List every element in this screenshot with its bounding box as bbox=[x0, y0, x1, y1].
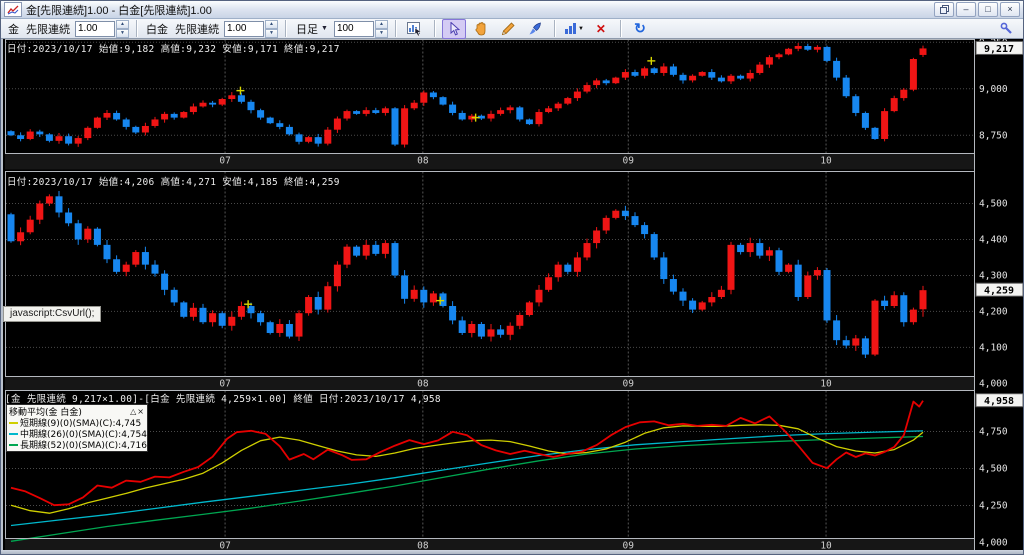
svg-text:4,259: 4,259 bbox=[984, 286, 1014, 297]
svg-text:9,000: 9,000 bbox=[979, 84, 1008, 95]
bar-chart-icon bbox=[564, 23, 576, 34]
hand-pan-tool-button[interactable] bbox=[469, 19, 493, 39]
svg-text:4,250: 4,250 bbox=[979, 500, 1008, 511]
platinum-candlestick-chart[interactable]: 4,500 4,400 4,300 4,200 4,100 4,000 07 08 09 10 4,… bbox=[3, 171, 1024, 390]
minimize-button[interactable]: – bbox=[956, 2, 976, 17]
svg-text:10: 10 bbox=[820, 156, 832, 167]
toolbar-separator bbox=[553, 20, 555, 37]
svg-text:4,500: 4,500 bbox=[979, 463, 1008, 474]
chevron-down-icon: ▼ bbox=[321, 25, 328, 32]
instrument2-series-label: 先限連続 bbox=[175, 23, 219, 36]
sma26-color-swatch bbox=[9, 432, 18, 435]
brush-draw-tool-button[interactable] bbox=[523, 19, 547, 39]
period-label: 日足 bbox=[296, 23, 318, 36]
svg-text:10: 10 bbox=[820, 379, 832, 390]
svg-text:4,100: 4,100 bbox=[979, 342, 1008, 353]
instrument1-series-label: 先限連続 bbox=[26, 23, 70, 36]
svg-text:4,958: 4,958 bbox=[984, 396, 1014, 407]
sma52-color-swatch bbox=[9, 443, 18, 446]
svg-text:4,300: 4,300 bbox=[979, 270, 1008, 281]
legend-row-sma52: 長期線(52)(0)(SMA)(C):4,716 bbox=[9, 439, 147, 451]
red-x-icon: ✕ bbox=[595, 21, 606, 36]
float-window-button[interactable] bbox=[934, 2, 954, 17]
app-icon bbox=[4, 2, 22, 17]
instrument2-name-label: 白金 bbox=[146, 23, 168, 36]
window-bottom-edge bbox=[1, 550, 1023, 554]
hand-pan-icon bbox=[475, 21, 486, 35]
svg-text:4,000: 4,000 bbox=[979, 537, 1008, 548]
svg-text:4,200: 4,200 bbox=[979, 306, 1008, 317]
toolbar-separator bbox=[433, 20, 435, 37]
toolbar: 金 先限連続 ▲▼ 白金 先限連続 ▲▼ 日足 ▼ ▲▼ bbox=[1, 18, 1023, 39]
spin-up-icon[interactable]: ▲ bbox=[116, 20, 129, 29]
spin-down-icon[interactable]: ▼ bbox=[374, 29, 388, 38]
spin-up-icon[interactable]: ▲ bbox=[374, 20, 388, 29]
settings-button[interactable] bbox=[994, 19, 1018, 39]
spin-up-icon[interactable]: ▲ bbox=[265, 20, 278, 29]
chart-cursor-tool-button[interactable] bbox=[403, 19, 427, 39]
spin-down-icon[interactable]: ▼ bbox=[116, 29, 129, 38]
svg-text:08: 08 bbox=[417, 379, 429, 390]
window-title: 金[先限連続]1.00 - 白金[先限連続]1.00 bbox=[26, 4, 212, 17]
gold-candlestick-chart[interactable]: 9,2509,0008,750070809109,217 bbox=[3, 39, 1024, 171]
svg-text:8,750: 8,750 bbox=[979, 130, 1008, 141]
svg-text:07: 07 bbox=[219, 379, 230, 390]
sma9-color-swatch bbox=[9, 421, 18, 424]
toolbar-separator bbox=[619, 20, 621, 37]
chart-type-button[interactable]: ▼ bbox=[562, 19, 586, 39]
clear-drawings-button[interactable]: ✕ bbox=[589, 19, 613, 39]
moving-average-legend: 移動平均(金 白金) △× 短期線(9)(0)(SMA)(C):4,745 中期… bbox=[6, 404, 148, 452]
bar-count-stepper: ▲▼ bbox=[333, 20, 388, 38]
spread-line-chart[interactable]: 4,7504,5004,2504,00007 08 09 104,958 bbox=[3, 390, 1024, 551]
pencil-icon bbox=[501, 21, 515, 35]
spin-down-icon[interactable]: ▼ bbox=[265, 29, 278, 38]
chevron-down-icon: ▼ bbox=[577, 25, 584, 32]
svg-text:07: 07 bbox=[219, 156, 230, 167]
svg-text:09: 09 bbox=[623, 156, 635, 167]
wrench-icon bbox=[1000, 22, 1012, 34]
brush-icon bbox=[529, 22, 541, 34]
close-button[interactable]: × bbox=[1000, 2, 1020, 17]
charts-area: 9,2509,0008,750070809109,217 4,5004,4004… bbox=[1, 39, 1024, 554]
svg-text:9,217: 9,217 bbox=[984, 44, 1014, 55]
select-tool-button[interactable] bbox=[441, 18, 466, 39]
pencil-draw-tool-button[interactable] bbox=[496, 19, 520, 39]
refresh-button[interactable]: ↻ bbox=[628, 19, 652, 39]
bar-count-input[interactable] bbox=[333, 20, 374, 37]
toolbar-separator bbox=[136, 20, 137, 37]
cursor-arrow-icon bbox=[450, 21, 460, 35]
period-dropdown[interactable]: 日足 ▼ bbox=[293, 21, 331, 37]
svg-text:08: 08 bbox=[417, 156, 429, 167]
legend-collapse-close-icons[interactable]: △× bbox=[130, 407, 145, 416]
toolbar-separator bbox=[394, 20, 396, 37]
toolbar-separator bbox=[285, 20, 286, 37]
instrument2-multiplier-stepper: ▲▼ bbox=[224, 20, 278, 38]
svg-text:4,750: 4,750 bbox=[979, 426, 1008, 437]
sma52-label: 長期線(52)(0)(SMA)(C):4,716 bbox=[20, 441, 147, 451]
instrument2-multiplier-input[interactable] bbox=[224, 20, 264, 37]
instrument1-name-label: 金 bbox=[8, 23, 19, 36]
maximize-button[interactable]: □ bbox=[978, 2, 998, 17]
app-window: 金[先限連続]1.00 - 白金[先限連続]1.00 – □ × 金 先限連続 … bbox=[0, 0, 1024, 555]
chart-cursor-icon bbox=[407, 21, 423, 36]
svg-text:4,000: 4,000 bbox=[979, 378, 1008, 389]
title-bar[interactable]: 金[先限連続]1.00 - 白金[先限連続]1.00 – □ × bbox=[1, 1, 1023, 19]
svg-text:4,400: 4,400 bbox=[979, 234, 1008, 245]
svg-text:09: 09 bbox=[623, 379, 635, 390]
instrument1-multiplier-input[interactable] bbox=[75, 20, 115, 37]
instrument1-multiplier-stepper: ▲▼ bbox=[75, 20, 129, 38]
layered-windows-icon bbox=[939, 5, 949, 14]
refresh-icon: ↻ bbox=[634, 20, 646, 36]
svg-text:4,500: 4,500 bbox=[979, 199, 1008, 210]
